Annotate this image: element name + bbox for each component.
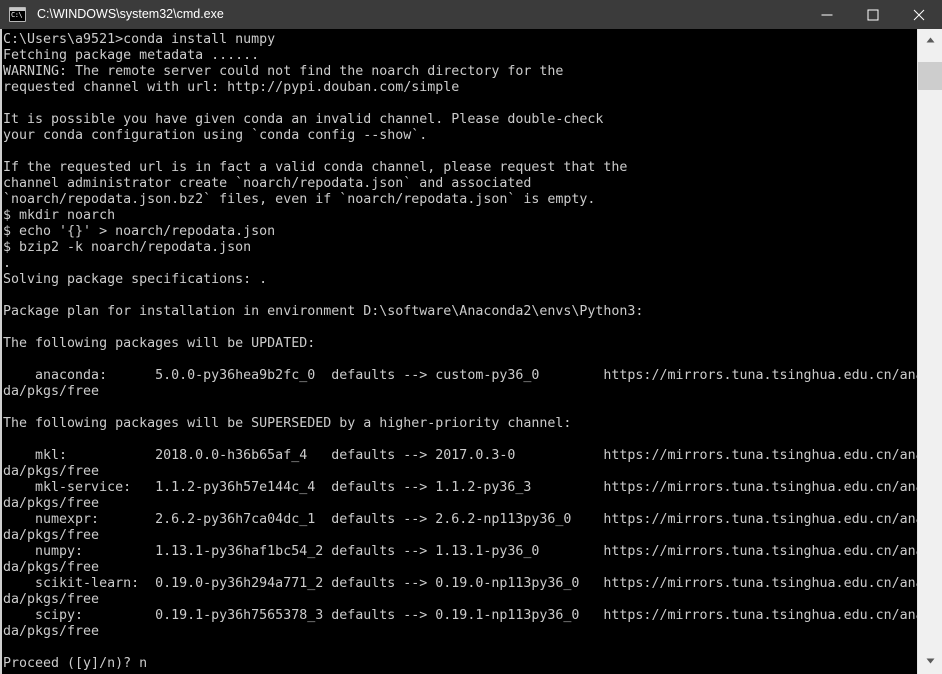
console-line: C:\Users\a9521>conda install numpy [3, 32, 276, 47]
window-controls [804, 0, 942, 29]
scroll-up-arrow-icon[interactable] [918, 29, 942, 53]
console-line: Solving package specifications: . [3, 272, 268, 287]
console-line: mkl: 2018.0.0-h36b65af_4 defaults --> 20… [3, 448, 917, 463]
title-bar-left: C:\WINDOWS\system32\cmd.exe [0, 0, 804, 29]
maximize-button[interactable] [850, 0, 896, 29]
minimize-button[interactable] [804, 0, 850, 29]
close-icon [913, 9, 925, 20]
cmd-window: C:\WINDOWS\system32\cmd.exe C:\Users [0, 0, 942, 674]
console-line: da/pkgs/free [3, 496, 100, 511]
console-line: Fetching package metadata ...... [3, 48, 260, 63]
console-client-area: C:\Users\a9521>conda install numpy Fetchi… [0, 29, 942, 674]
console-line: da/pkgs/free [3, 624, 100, 639]
console-line: mkl-service: 1.1.2-py36h57e144c_4 defaul… [3, 480, 917, 495]
window-title: C:\WINDOWS\system32\cmd.exe [37, 7, 224, 21]
console-line: da/pkgs/free [3, 528, 100, 543]
console-line: $ mkdir noarch [3, 208, 116, 223]
console-line: numexpr: 2.6.2-py36h7ca04dc_1 defaults -… [3, 512, 917, 527]
console-line: . [3, 256, 12, 271]
console-scrollbar[interactable] [917, 29, 942, 674]
console-line: WARNING: The remote server could not fin… [3, 64, 564, 79]
close-button[interactable] [896, 0, 942, 29]
console-line: da/pkgs/free [3, 560, 100, 575]
console-output[interactable]: C:\Users\a9521>conda install numpy Fetchi… [2, 29, 917, 674]
console-line: `noarch/repodata.json.bz2` files, even i… [3, 192, 596, 207]
console-line: da/pkgs/free [3, 592, 100, 607]
console-line: Package plan for installation in environ… [3, 304, 644, 319]
console-line: channel administrator create `noarch/rep… [3, 176, 532, 191]
console-line: Proceed ([y]/n)? n [3, 656, 148, 671]
console-line: requested channel with url: http://pypi.… [3, 80, 460, 95]
title-bar[interactable]: C:\WINDOWS\system32\cmd.exe [0, 0, 942, 29]
console-line: scipy: 0.19.1-py36h7565378_3 defaults --… [3, 608, 917, 623]
console-line: numpy: 1.13.1-py36haf1bc54_2 defaults --… [3, 544, 917, 559]
minimize-icon [821, 14, 833, 15]
cmd-console-icon [9, 7, 26, 22]
console-line: $ bzip2 -k noarch/repodata.json [3, 240, 252, 255]
console-line: anaconda: 5.0.0-py36hea9b2fc_0 defaults … [3, 368, 917, 383]
console-line: The following packages will be SUPERSEDE… [3, 416, 572, 431]
console-line: The following packages will be UPDATED: [3, 336, 316, 351]
maximize-icon [867, 9, 879, 20]
console-line: It is possible you have given conda an i… [3, 112, 604, 127]
console-line: If the requested url is in fact a valid … [3, 160, 628, 175]
console-line: da/pkgs/free [3, 384, 100, 399]
scrollbar-thumb[interactable] [918, 62, 942, 90]
console-line: da/pkgs/free [3, 464, 100, 479]
console-line: scikit-learn: 0.19.0-py36h294a771_2 defa… [3, 576, 917, 591]
console-line: $ echo '{}' > noarch/repodata.json [3, 224, 276, 239]
scroll-down-arrow-icon[interactable] [918, 650, 942, 674]
console-line: your conda configuration using `conda co… [3, 128, 428, 143]
